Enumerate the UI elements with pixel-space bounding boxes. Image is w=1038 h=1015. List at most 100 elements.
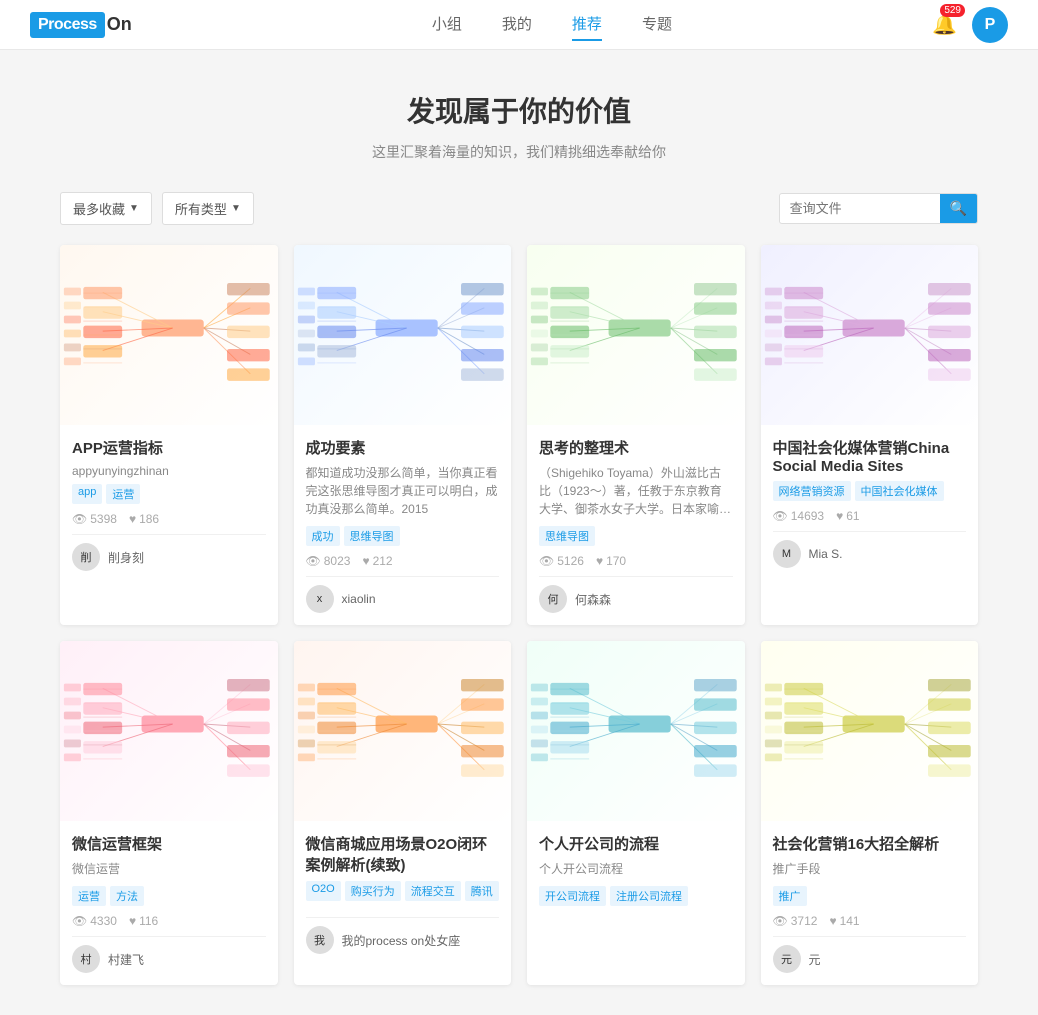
card-title: 中国社会化媒体营销China Social Media Sites	[773, 437, 967, 475]
card-3[interactable]: 思考的整理术 （Shigehiko Toyama）外山滋比古比（1923～）著，…	[527, 245, 745, 625]
card-title: 社会化营销16大招全解析	[773, 833, 967, 854]
card-author-id: appyunyingzhinan	[72, 464, 266, 478]
card-1[interactable]: APP运营指标 appyunyingzhinan app运营 👁 5398 ♥ …	[60, 245, 278, 625]
card-tag: 中国社会化媒体	[855, 481, 944, 501]
main-nav: 小组 我的 推荐 专题	[172, 8, 932, 41]
card-desc: 推广手段	[773, 860, 967, 878]
card-title: APP运营指标	[72, 437, 266, 458]
views-stat: 👁 5126	[539, 554, 584, 568]
author-avatar: 何	[539, 585, 567, 613]
nav-item-recommend[interactable]: 推荐	[572, 8, 602, 41]
card-tags: app运营	[72, 484, 266, 504]
card-tag: 推广	[773, 886, 807, 906]
card-tag: 开公司流程	[539, 886, 606, 906]
card-2[interactable]: 成功要素 都知道成功没那么简单，当你真正看完这张思维导图才真正可以明白，成功真没…	[294, 245, 512, 625]
hero-title: 发现属于你的价值	[20, 90, 1018, 130]
author-avatar: 村	[72, 945, 100, 973]
heart-icon: ♥	[129, 512, 136, 526]
nav-item-group[interactable]: 小组	[432, 8, 462, 41]
eye-icon: 👁	[773, 509, 788, 523]
card-thumbnail	[527, 245, 745, 425]
nav-item-topic[interactable]: 专题	[642, 8, 672, 41]
likes-stat: ♥ 186	[129, 512, 159, 526]
heart-icon: ♥	[129, 914, 136, 928]
card-body: 思考的整理术 （Shigehiko Toyama）外山滋比古比（1923～）著，…	[527, 425, 745, 625]
card-stats: 👁 4330 ♥ 116	[72, 914, 266, 928]
search-input[interactable]	[780, 195, 940, 222]
card-4[interactable]: 中国社会化媒体营销China Social Media Sites 网络营销资源…	[761, 245, 979, 625]
heart-icon: ♥	[362, 554, 369, 568]
card-tags: 开公司流程注册公司流程	[539, 886, 733, 906]
card-tag: 方法	[110, 886, 144, 906]
likes-stat: ♥ 116	[129, 914, 158, 928]
card-tag: 流程交互	[405, 881, 461, 901]
cards-grid: APP运营指标 appyunyingzhinan app运营 👁 5398 ♥ …	[0, 245, 1038, 1015]
author-avatar: x	[306, 585, 334, 613]
card-tags: 网络营销资源中国社会化媒体	[773, 481, 967, 501]
card-title: 个人开公司的流程	[539, 833, 733, 854]
card-body: APP运营指标 appyunyingzhinan app运营 👁 5398 ♥ …	[60, 425, 278, 583]
notification-badge: 529	[940, 4, 965, 17]
card-body: 中国社会化媒体营销China Social Media Sites 网络营销资源…	[761, 425, 979, 580]
card-body: 微信运营框架 微信运营 运营方法 👁 4330 ♥ 116 村 村建飞	[60, 821, 278, 985]
logo[interactable]: Process On	[30, 12, 132, 38]
card-8[interactable]: 社会化营销16大招全解析 推广手段 推广 👁 3712 ♥ 141 元 元	[761, 641, 979, 985]
card-thumbnail	[60, 641, 278, 821]
card-desc: 都知道成功没那么简单，当你真正看完这张思维导图才真正可以明白，成功真没那么简单。…	[306, 464, 500, 518]
author-name: xiaolin	[342, 592, 376, 606]
hero-subtitle: 这里汇聚着海量的知识，我们精挑细选奉献给你	[20, 142, 1018, 162]
type-filter-button[interactable]: 所有类型 ▼	[162, 192, 254, 225]
card-title: 思考的整理术	[539, 437, 733, 458]
user-avatar[interactable]: P	[972, 7, 1008, 43]
card-body: 微信商城应用场景O2O闭环案例解析(续致) O2O购买行为流程交互腾讯 我 我的…	[294, 821, 512, 966]
card-footer: 何 何森森	[539, 576, 733, 613]
heart-icon: ♥	[596, 554, 603, 568]
card-body: 社会化营销16大招全解析 推广手段 推广 👁 3712 ♥ 141 元 元	[761, 821, 979, 985]
heart-icon: ♥	[836, 509, 843, 523]
views-stat: 👁 8023	[306, 554, 351, 568]
card-stats: 👁 5398 ♥ 186	[72, 512, 266, 526]
card-footer: 我 我的process on处女座	[306, 917, 500, 954]
card-tag: 思维导图	[344, 526, 400, 546]
nav-item-mine[interactable]: 我的	[502, 8, 532, 41]
card-footer: x xiaolin	[306, 576, 500, 613]
eye-icon: 👁	[539, 554, 554, 568]
author-name: 何森森	[575, 591, 611, 608]
header-right: 🔔 529 P	[932, 7, 1008, 43]
likes-stat: ♥ 61	[836, 509, 859, 523]
card-thumbnail	[294, 641, 512, 821]
card-tag: 运营	[106, 484, 140, 504]
card-7[interactable]: 个人开公司的流程 个人开公司流程 开公司流程注册公司流程	[527, 641, 745, 985]
card-tag: 购买行为	[345, 881, 401, 901]
card-thumbnail	[294, 245, 512, 425]
author-name: 我的process on处女座	[342, 932, 461, 949]
card-desc: 微信运营	[72, 860, 266, 878]
notification-button[interactable]: 🔔 529	[932, 12, 957, 37]
card-stats: 👁 8023 ♥ 212	[306, 554, 500, 568]
card-tag: 成功	[306, 526, 340, 546]
card-stats: 👁 5126 ♥ 170	[539, 554, 733, 568]
card-tags: O2O购买行为流程交互腾讯	[306, 881, 500, 901]
card-title: 微信运营框架	[72, 833, 266, 854]
card-footer: 元 元	[773, 936, 967, 973]
likes-stat: ♥ 212	[362, 554, 392, 568]
card-tag: 运营	[72, 886, 106, 906]
search-button[interactable]: 🔍	[940, 194, 977, 223]
card-tags: 成功思维导图	[306, 526, 500, 546]
card-title: 成功要素	[306, 437, 500, 458]
card-tag: 思维导图	[539, 526, 595, 546]
card-5[interactable]: 微信运营框架 微信运营 运营方法 👁 4330 ♥ 116 村 村建飞	[60, 641, 278, 985]
filter-bar: 最多收藏 ▼ 所有类型 ▼ 🔍	[0, 192, 1038, 225]
author-avatar: M	[773, 540, 801, 568]
card-stats: 👁 3712 ♥ 141	[773, 914, 967, 928]
bell-icon: 🔔	[932, 14, 957, 36]
card-thumbnail	[761, 245, 979, 425]
card-footer: 村 村建飞	[72, 936, 266, 973]
sort-filter-button[interactable]: 最多收藏 ▼	[60, 192, 152, 225]
eye-icon: 👁	[72, 512, 87, 526]
search-box: 🔍	[779, 193, 978, 224]
card-body: 成功要素 都知道成功没那么简单，当你真正看完这张思维导图才真正可以明白，成功真没…	[294, 425, 512, 625]
author-name: 村建飞	[108, 951, 144, 968]
card-6[interactable]: 微信商城应用场景O2O闭环案例解析(续致) O2O购买行为流程交互腾讯 我 我的…	[294, 641, 512, 985]
card-tag: 腾讯	[465, 881, 499, 901]
